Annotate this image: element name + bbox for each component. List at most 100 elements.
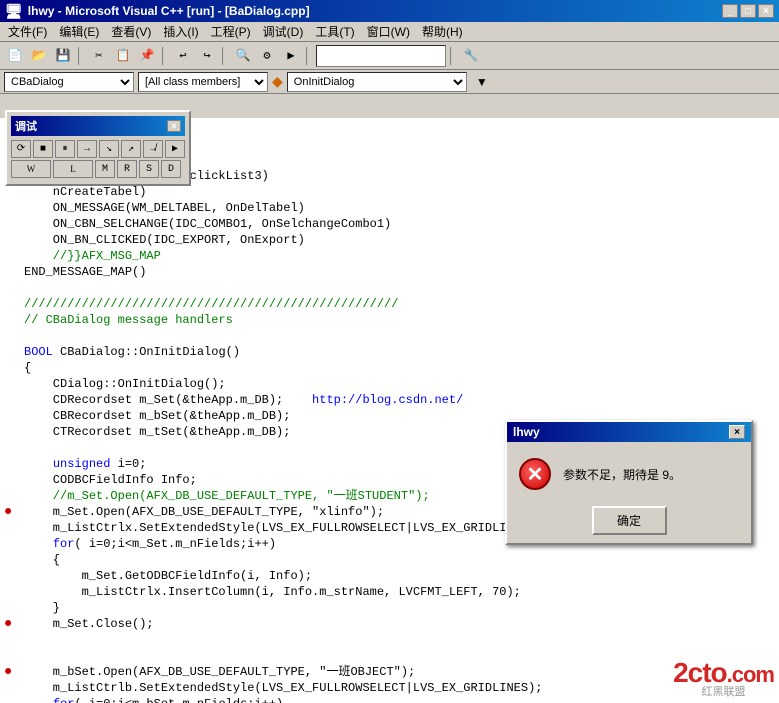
menu-tools[interactable]: 工具(T) bbox=[309, 21, 360, 42]
code-line: // CBaDialog message handlers bbox=[4, 312, 775, 328]
debug-local-btn[interactable]: L bbox=[53, 160, 93, 178]
dialog-title-label: lhwy bbox=[513, 425, 540, 439]
wizard-button[interactable] bbox=[316, 45, 446, 67]
error-dialog: lhwy × ✕ 参数不足，期待是 9。 确定 bbox=[505, 420, 753, 545]
debug-disasm-btn[interactable]: D bbox=[161, 160, 181, 178]
code-line: CDialog::OnInitDialog(); bbox=[4, 376, 775, 392]
toolbar: 📄 📂 💾 ✂ 📋 📌 ↩ ↪ 🔍 ⚙ ▶ 🔧 bbox=[0, 42, 779, 70]
cut-button[interactable]: ✂ bbox=[88, 45, 110, 67]
error-icon-symbol: ✕ bbox=[527, 462, 544, 487]
debug-run-cursor-btn[interactable]: ↛ bbox=[143, 140, 163, 158]
dialog-ok-button[interactable]: 确定 bbox=[592, 506, 667, 535]
debug-close-button[interactable]: × bbox=[167, 120, 181, 132]
code-line bbox=[4, 280, 775, 296]
watermark-line1: 2cto.com bbox=[673, 659, 774, 687]
code-line: m_Set.GetODBCFieldInfo(i, Info); bbox=[4, 568, 775, 584]
debug-step-in-btn[interactable]: ↘ bbox=[99, 140, 119, 158]
window-title: lhwy - Microsoft Visual C++ [run] - [BaD… bbox=[28, 4, 310, 18]
debug-break-btn[interactable]: ⏸ bbox=[55, 140, 75, 158]
debug-stop-btn[interactable]: ■ bbox=[33, 140, 53, 158]
code-line: //}}AFX_MSG_MAP bbox=[4, 248, 775, 264]
maximize-button[interactable]: □ bbox=[740, 4, 756, 18]
code-line: CDRecordset m_Set(&theApp.m_DB); http://… bbox=[4, 392, 775, 408]
debug-callstack-btn[interactable]: S bbox=[139, 160, 159, 178]
menu-debug[interactable]: 调试(D) bbox=[257, 21, 310, 42]
title-bar-left: 🖥 lhwy - Microsoft Visual C++ [run] - [B… bbox=[5, 3, 310, 20]
debug-restart-btn[interactable]: ⟳ bbox=[11, 140, 31, 158]
code-line bbox=[4, 648, 775, 664]
run-button[interactable]: ▶ bbox=[280, 45, 302, 67]
method-selector[interactable]: OnInitDialog bbox=[287, 72, 467, 92]
code-line: ON_MESSAGE(WM_DELTABEL, OnDelTabel) bbox=[4, 200, 775, 216]
dialog-footer: 确定 bbox=[507, 498, 751, 543]
close-button[interactable]: × bbox=[758, 4, 774, 18]
code-line: m_ListCtrlb.SetExtendedStyle(LVS_EX_FULL… bbox=[4, 680, 775, 696]
debug-reg-btn[interactable]: R bbox=[117, 160, 137, 178]
title-bar: 🖥 lhwy - Microsoft Visual C++ [run] - [B… bbox=[0, 0, 779, 22]
code-line: nCreateTabel) bbox=[4, 184, 775, 200]
build-button[interactable]: ⚙ bbox=[256, 45, 278, 67]
code-line-bp2: ● m_Set.Close(); bbox=[4, 616, 775, 632]
filter-selector[interactable]: [All class members] bbox=[138, 72, 268, 92]
dialog-body: ✕ 参数不足，期待是 9。 bbox=[507, 442, 751, 498]
code-line: { bbox=[4, 360, 775, 376]
debug-row-1: ⟳ ■ ⏸ → ↘ ↗ ↛ ▶ bbox=[11, 140, 185, 158]
menu-window[interactable]: 窗口(W) bbox=[361, 21, 416, 42]
debug-memory-btn[interactable]: M bbox=[95, 160, 115, 178]
watermark-sub: 红黑联盟 bbox=[673, 687, 774, 698]
new-button[interactable]: 📄 bbox=[4, 45, 26, 67]
menu-view[interactable]: 查看(V) bbox=[105, 21, 157, 42]
method-btn[interactable]: ▼ bbox=[471, 71, 493, 93]
save-button[interactable]: 💾 bbox=[52, 45, 74, 67]
menu-project[interactable]: 工程(P) bbox=[205, 21, 257, 42]
debug-run-btn[interactable]: ▶ bbox=[165, 140, 185, 158]
code-line: BOOL CBaDialog::OnInitDialog() bbox=[4, 344, 775, 360]
menu-file[interactable]: 文件(F) bbox=[2, 21, 53, 42]
redo-button[interactable]: ↪ bbox=[196, 45, 218, 67]
breakpoint-2: ● bbox=[4, 616, 24, 632]
dialog-message: 参数不足，期待是 9。 bbox=[563, 466, 681, 483]
debug-toolbar: 调试 × ⟳ ■ ⏸ → ↘ ↗ ↛ ▶ W L M R S D bbox=[5, 110, 191, 186]
toolbar-separator-5 bbox=[450, 47, 456, 65]
toolbar-separator-4 bbox=[306, 47, 312, 65]
menu-help[interactable]: 帮助(H) bbox=[416, 21, 469, 42]
extra-button[interactable]: 🔧 bbox=[460, 45, 482, 67]
open-button[interactable]: 📂 bbox=[28, 45, 50, 67]
code-line: } bbox=[4, 600, 775, 616]
menu-bar: 文件(F) 编辑(E) 查看(V) 插入(I) 工程(P) 调试(D) 工具(T… bbox=[0, 22, 779, 42]
debug-step-over-btn[interactable]: → bbox=[77, 140, 97, 158]
copy-button[interactable]: 📋 bbox=[112, 45, 134, 67]
code-line: { bbox=[4, 552, 775, 568]
code-line bbox=[4, 328, 775, 344]
debug-step-out-btn[interactable]: ↗ bbox=[121, 140, 141, 158]
paste-button[interactable]: 📌 bbox=[136, 45, 158, 67]
debug-watch-btn[interactable]: W bbox=[11, 160, 51, 178]
class-selector[interactable]: CBaDialog bbox=[4, 72, 134, 92]
code-line-bp3: ● m_bSet.Open(AFX_DB_USE_DEFAULT_TYPE, "… bbox=[4, 664, 775, 680]
find-button[interactable]: 🔍 bbox=[232, 45, 254, 67]
watermark: 2cto.com 红黑联盟 bbox=[673, 659, 774, 698]
breakpoint-3: ● bbox=[4, 664, 24, 680]
code-line: END_MESSAGE_MAP() bbox=[4, 264, 775, 280]
dialog-close-button[interactable]: × bbox=[729, 425, 745, 439]
code-line: m_ListCtrlx.InsertColumn(i, Info.m_strNa… bbox=[4, 584, 775, 600]
toolbar-separator-3 bbox=[222, 47, 228, 65]
dropdown-toolbar: CBaDialog [All class members] ◆ OnInitDi… bbox=[0, 70, 779, 94]
menu-edit[interactable]: 编辑(E) bbox=[53, 21, 105, 42]
menu-insert[interactable]: 插入(I) bbox=[157, 21, 204, 42]
code-area[interactable]: nDelect) nd) 1) IDC_LIST3, OnColumnclick… bbox=[0, 118, 779, 703]
code-line: for( i=0;i<m_bSet.m_nFields;i++) bbox=[4, 696, 775, 703]
toolbar-separator-1 bbox=[78, 47, 84, 65]
dialog-title-bar: lhwy × bbox=[507, 422, 751, 442]
undo-button[interactable]: ↩ bbox=[172, 45, 194, 67]
toolbar-separator-2 bbox=[162, 47, 168, 65]
debug-title-label: 调试 bbox=[15, 118, 37, 134]
code-line: ON_CBN_SELCHANGE(IDC_COMBO1, OnSelchange… bbox=[4, 216, 775, 232]
code-line: ON_BN_CLICKED(IDC_EXPORT, OnExport) bbox=[4, 232, 775, 248]
title-bar-controls: _ □ × bbox=[722, 4, 774, 18]
error-icon: ✕ bbox=[519, 458, 551, 490]
debug-title: 调试 × bbox=[11, 116, 185, 136]
code-line: ////////////////////////////////////////… bbox=[4, 296, 775, 312]
code-line bbox=[4, 632, 775, 648]
minimize-button[interactable]: _ bbox=[722, 4, 738, 18]
